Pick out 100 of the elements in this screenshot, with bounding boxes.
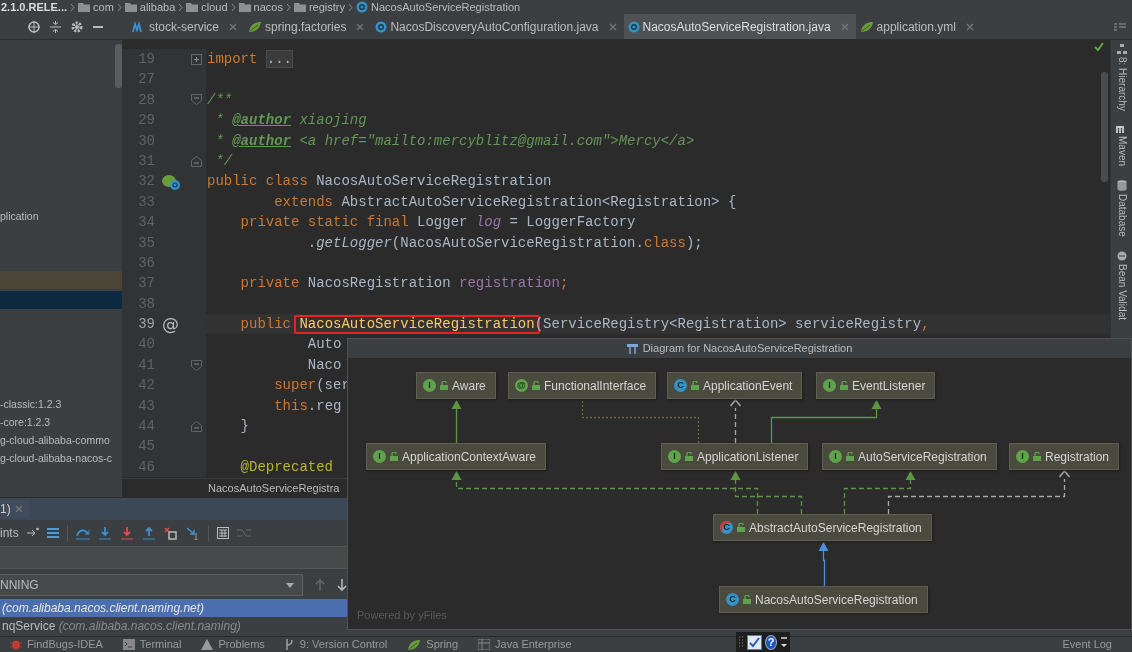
settings-icon[interactable] bbox=[71, 20, 83, 33]
checkbox-icon[interactable] bbox=[747, 634, 762, 650]
lock-icon bbox=[743, 595, 751, 604]
target-icon[interactable] bbox=[28, 20, 40, 33]
file-tab[interactable]: spring.factories bbox=[244, 14, 372, 39]
class-node[interactable]: I Aware bbox=[416, 372, 496, 399]
class-node[interactable]: C AbstractAutoServiceRegistration bbox=[713, 514, 932, 541]
help-button[interactable]: ? bbox=[765, 634, 777, 650]
expand-fold-icon[interactable] bbox=[190, 53, 202, 65]
fold-icon[interactable] bbox=[190, 155, 202, 167]
file-tab[interactable]: application.yml bbox=[855, 14, 981, 39]
code-line: .getLogger(NacosAutoServiceRegistration.class); bbox=[306, 233, 703, 253]
dependency-arrow bbox=[729, 398, 742, 444]
class-node[interactable]: I ApplicationListener bbox=[661, 443, 809, 470]
leaf-icon bbox=[407, 638, 422, 651]
class-node[interactable]: @ FunctionalInterface bbox=[508, 372, 657, 399]
thread-dropdown[interactable]: NNING bbox=[0, 574, 303, 596]
debug-tab[interactable]: 1) bbox=[0, 500, 29, 518]
tool-window-button[interactable]: Spring bbox=[407, 636, 459, 652]
down-arrow-icon[interactable] bbox=[337, 579, 347, 591]
event-log-button[interactable]: Event Log bbox=[1062, 636, 1112, 652]
code-line: extends AbstractAutoServiceRegistration<Registration> { bbox=[273, 192, 737, 212]
class-node[interactable]: I EventListener bbox=[816, 372, 936, 399]
class-node[interactable]: C NacosAutoServiceRegistration bbox=[719, 586, 928, 613]
scrollbar-thumb[interactable] bbox=[115, 44, 122, 88]
lock-icon bbox=[737, 523, 745, 532]
bug-icon bbox=[10, 639, 22, 650]
close-icon[interactable] bbox=[229, 22, 237, 31]
tool-window-button[interactable]: 8: Hierarchy bbox=[1115, 44, 1128, 111]
tree-item[interactable]: -classic:1.2.3 bbox=[0, 395, 62, 413]
lock-icon bbox=[846, 452, 854, 461]
tree-item[interactable]: g-cloud-alibaba-nacos-c bbox=[0, 449, 113, 467]
collapse-icon[interactable] bbox=[50, 20, 61, 33]
chevron-icon bbox=[348, 2, 353, 12]
chevron-icon bbox=[285, 2, 291, 12]
class-node[interactable]: C ApplicationEvent bbox=[667, 372, 803, 399]
tool-window-button[interactable]: Problems bbox=[201, 636, 265, 652]
chevron-icon bbox=[70, 2, 76, 12]
toolbar-label: ints bbox=[0, 525, 19, 542]
lock-icon bbox=[532, 381, 540, 390]
file-tab[interactable]: NacosAutoServiceRegistration.java bbox=[623, 14, 856, 39]
down-arrow-icon[interactable] bbox=[119, 526, 134, 540]
gutter-marker[interactable]: @ bbox=[162, 315, 179, 334]
file-tab[interactable]: NacosDiscoveryAutoConfiguration.java bbox=[371, 14, 624, 39]
node-label: ApplicationContextAware bbox=[402, 448, 536, 466]
file-tab[interactable]: stock-service bbox=[128, 14, 244, 39]
class-node[interactable]: I ApplicationContextAware bbox=[366, 443, 546, 470]
lock-icon bbox=[691, 381, 699, 390]
tool-window-button[interactable]: Database bbox=[1115, 179, 1128, 237]
leaf-icon bbox=[859, 20, 874, 33]
lock-icon bbox=[1033, 452, 1041, 461]
up-arrow-icon[interactable] bbox=[315, 579, 325, 591]
tool-window-button[interactable]: Terminal bbox=[122, 636, 182, 652]
close-icon[interactable] bbox=[608, 22, 617, 31]
code-line: * @author <a href="mailto:mercyblitz@gmail.com">Mercy</a> bbox=[214, 131, 695, 151]
fold-icon[interactable] bbox=[190, 94, 202, 106]
close-icon[interactable] bbox=[965, 22, 974, 31]
down-arrow-icon[interactable] bbox=[97, 526, 112, 540]
class-node[interactable]: I AutoServiceRegistration bbox=[822, 443, 997, 470]
breadcrumb-item[interactable]: 2.1.0.RELE... bbox=[1, 0, 68, 14]
calculator-icon[interactable] bbox=[216, 526, 229, 540]
tool-window-button[interactable]: Maven bbox=[1115, 124, 1128, 166]
minimize-icon[interactable] bbox=[93, 25, 103, 28]
frame-x-icon[interactable] bbox=[163, 526, 178, 540]
list-icon[interactable] bbox=[236, 526, 251, 540]
tree-item[interactable]: g-cloud-alibaba-commo bbox=[0, 431, 110, 449]
folder-icon bbox=[186, 2, 199, 12]
fold-icon[interactable] bbox=[190, 420, 202, 432]
tree-item[interactable]: plication bbox=[0, 207, 39, 225]
breadcrumb-item[interactable]: NacosAutoServiceRegistration bbox=[371, 0, 521, 14]
breadcrumb-item[interactable]: cloud bbox=[201, 0, 228, 14]
cursor-arrow-icon[interactable] bbox=[185, 526, 200, 540]
close-icon[interactable] bbox=[14, 505, 23, 513]
breadcrumb-item[interactable]: registry bbox=[308, 0, 345, 14]
code-line: private NacosRegistration registration; bbox=[239, 274, 569, 294]
tool-window-button[interactable]: 9: Version Control bbox=[284, 636, 388, 652]
up-arrow-icon[interactable] bbox=[141, 526, 156, 540]
scrollbar-thumb[interactable] bbox=[1101, 72, 1108, 182]
close-icon[interactable] bbox=[840, 22, 849, 31]
breadcrumb-item[interactable]: alibaba bbox=[139, 0, 176, 14]
code-line: * @author xiaojing bbox=[214, 111, 367, 131]
code-line: */ bbox=[214, 151, 233, 171]
type-badge: I bbox=[423, 379, 436, 392]
class-icon bbox=[627, 20, 640, 33]
lines-icon[interactable] bbox=[46, 526, 59, 540]
minimize-icon[interactable] bbox=[780, 636, 788, 648]
breadcrumb-item[interactable]: com bbox=[93, 0, 114, 14]
code-line: } bbox=[239, 417, 249, 437]
tool-window-button[interactable]: FindBugs-IDEA bbox=[10, 636, 103, 652]
node-label: AutoServiceRegistration bbox=[858, 448, 987, 466]
tree-item[interactable]: -core:1.2.3 bbox=[0, 413, 51, 431]
type-badge: I bbox=[373, 450, 386, 463]
tool-window-button[interactable]: Bean Validat bbox=[1115, 250, 1128, 320]
tool-window-button[interactable]: Java Enterprise bbox=[478, 636, 572, 652]
fold-icon[interactable] bbox=[190, 359, 202, 371]
close-icon[interactable] bbox=[356, 22, 365, 31]
grip-icon[interactable] bbox=[738, 636, 744, 648]
class-node[interactable]: I Registration bbox=[1009, 443, 1120, 470]
tab-list-icon[interactable] bbox=[1114, 21, 1126, 32]
breadcrumb-item[interactable]: nacos bbox=[253, 0, 283, 14]
